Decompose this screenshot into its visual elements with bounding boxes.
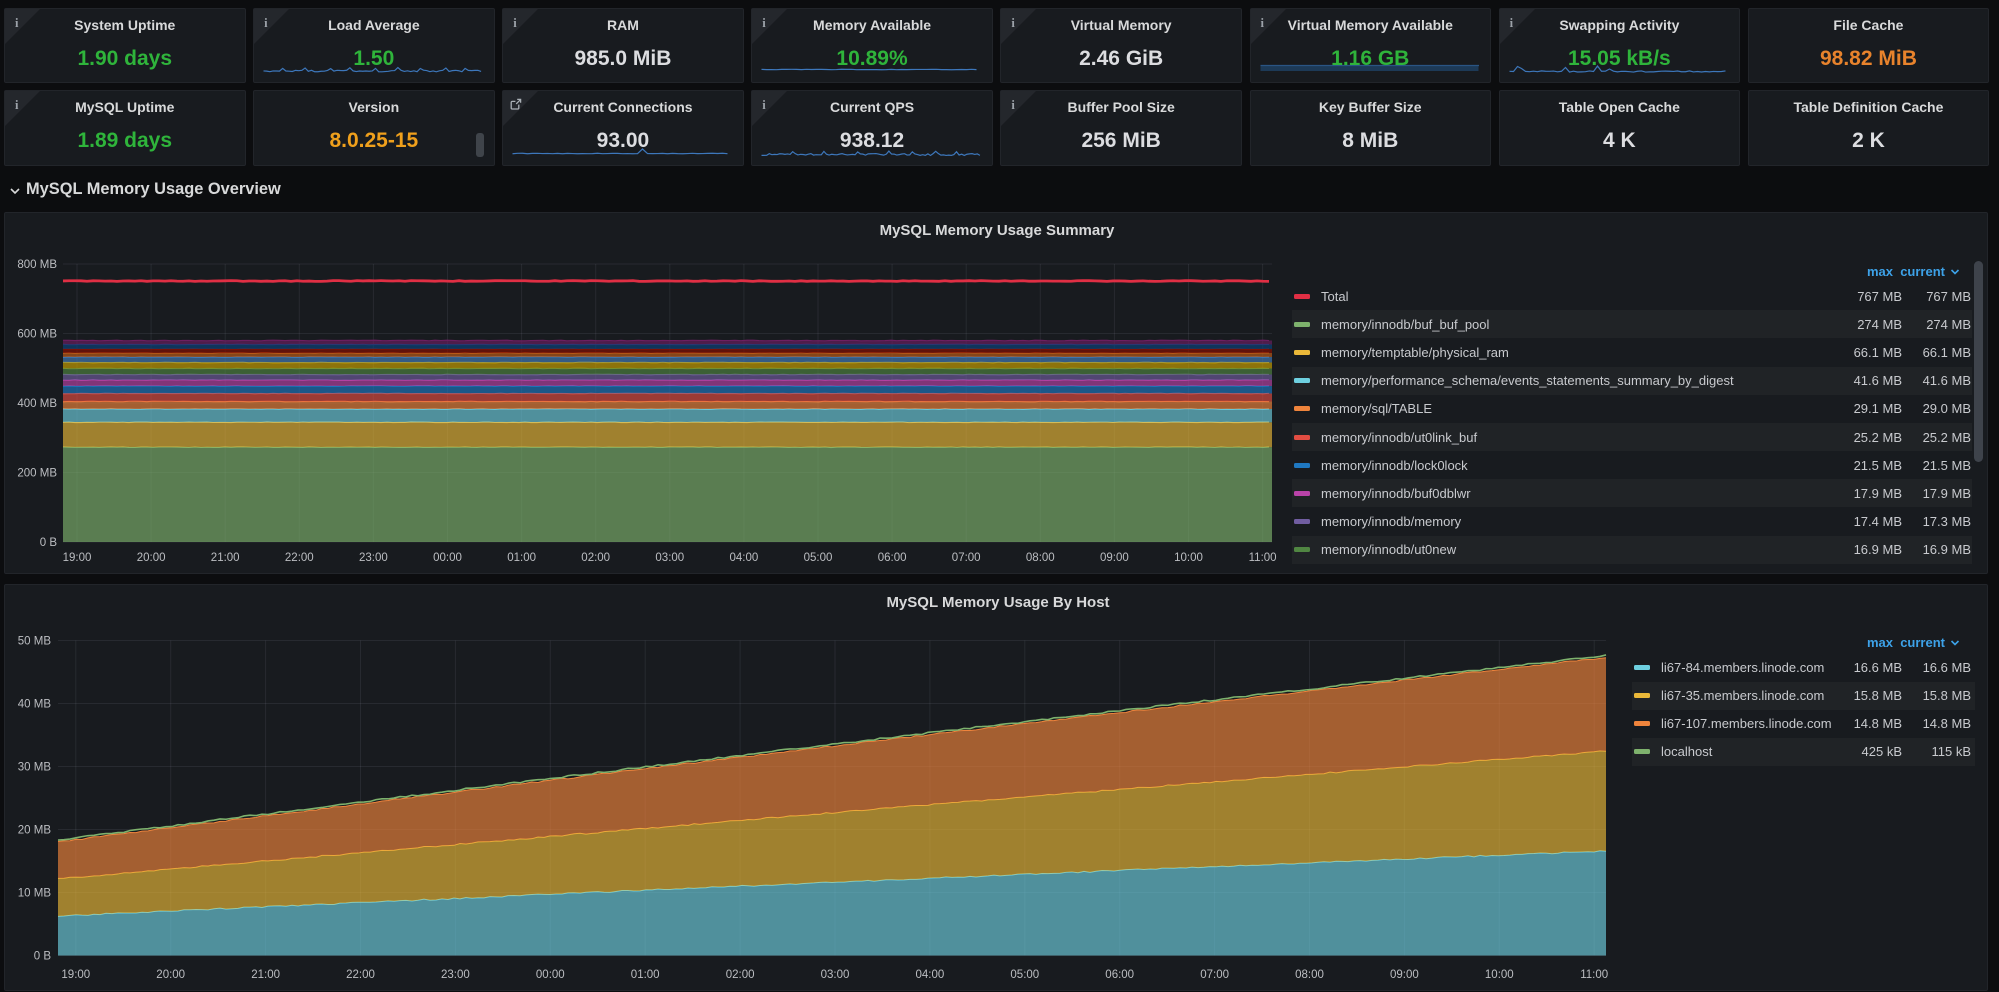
svg-text:0 B: 0 B — [40, 537, 58, 549]
svg-text:19:00: 19:00 — [61, 969, 90, 981]
svg-text:09:00: 09:00 — [1390, 969, 1419, 981]
svg-text:01:00: 01:00 — [631, 969, 660, 981]
svg-text:03:00: 03:00 — [821, 969, 850, 981]
svg-text:04:00: 04:00 — [730, 552, 759, 564]
svg-text:20:00: 20:00 — [137, 552, 166, 564]
svg-text:19:00: 19:00 — [63, 552, 92, 564]
svg-text:10:00: 10:00 — [1174, 552, 1203, 564]
svg-text:01:00: 01:00 — [507, 552, 536, 564]
svg-text:10:00: 10:00 — [1485, 969, 1514, 981]
svg-text:40 MB: 40 MB — [18, 699, 52, 711]
svg-text:23:00: 23:00 — [359, 552, 388, 564]
svg-text:200 MB: 200 MB — [17, 468, 57, 480]
svg-text:10 MB: 10 MB — [18, 888, 52, 900]
svg-text:21:00: 21:00 — [251, 969, 280, 981]
svg-text:03:00: 03:00 — [655, 552, 684, 564]
svg-text:07:00: 07:00 — [952, 552, 981, 564]
svg-text:600 MB: 600 MB — [17, 329, 57, 341]
svg-text:00:00: 00:00 — [433, 552, 462, 564]
svg-text:05:00: 05:00 — [804, 552, 833, 564]
svg-text:08:00: 08:00 — [1295, 969, 1324, 981]
svg-text:20:00: 20:00 — [156, 969, 185, 981]
svg-text:11:00: 11:00 — [1249, 552, 1277, 564]
svg-text:800 MB: 800 MB — [17, 259, 57, 271]
svg-text:06:00: 06:00 — [878, 552, 907, 564]
svg-text:00:00: 00:00 — [536, 969, 565, 981]
svg-text:02:00: 02:00 — [726, 969, 755, 981]
svg-text:21:00: 21:00 — [211, 552, 240, 564]
svg-text:20 MB: 20 MB — [18, 825, 52, 837]
svg-text:30 MB: 30 MB — [18, 762, 52, 774]
svg-text:50 MB: 50 MB — [18, 636, 52, 648]
svg-text:04:00: 04:00 — [916, 969, 945, 981]
svg-text:06:00: 06:00 — [1105, 969, 1134, 981]
svg-text:02:00: 02:00 — [581, 552, 610, 564]
svg-text:MySQL Memory Usage Summary: MySQL Memory Usage Summary — [880, 222, 1115, 239]
svg-text:07:00: 07:00 — [1200, 969, 1229, 981]
svg-text:22:00: 22:00 — [285, 552, 314, 564]
svg-text:23:00: 23:00 — [441, 969, 470, 981]
svg-text:0 B: 0 B — [34, 951, 52, 963]
svg-text:08:00: 08:00 — [1026, 552, 1055, 564]
svg-text:09:00: 09:00 — [1100, 552, 1129, 564]
svg-text:MySQL Memory Usage By Host: MySQL Memory Usage By Host — [886, 594, 1109, 611]
svg-text:22:00: 22:00 — [346, 969, 375, 981]
svg-text:05:00: 05:00 — [1010, 969, 1039, 981]
svg-text:11:00: 11:00 — [1580, 969, 1608, 981]
svg-text:400 MB: 400 MB — [17, 398, 57, 410]
